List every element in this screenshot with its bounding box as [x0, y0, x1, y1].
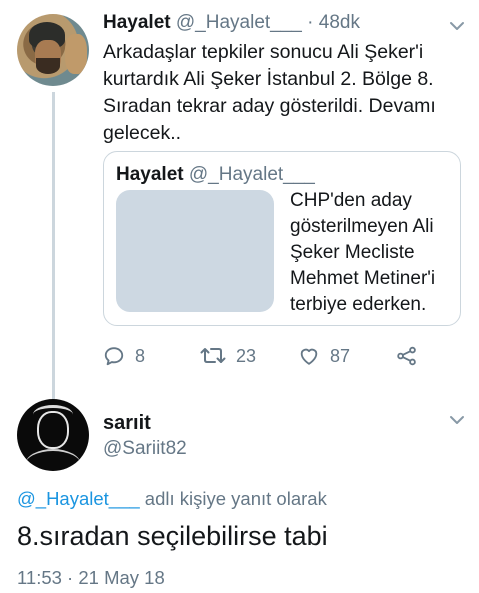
quote-author-name: Hayalet — [116, 164, 184, 185]
tweet-time[interactable]: · 48dk — [307, 12, 360, 33]
reply-button[interactable]: 8 — [103, 343, 145, 369]
like-button[interactable]: 87 — [298, 343, 350, 369]
like-icon — [298, 345, 320, 367]
author-name[interactable]: Hayalet — [103, 12, 171, 33]
avatar[interactable] — [17, 399, 89, 471]
tweet-text: Arkadaşlar tepkiler sonucu Ali Şeker'i k… — [103, 41, 436, 144]
replying-to-label: adlı kişiye yanıt olarak — [139, 488, 327, 509]
timestamp[interactable]: 11:53 · 21 May 18 — [17, 567, 165, 589]
share-icon — [396, 345, 418, 367]
thread-line — [52, 92, 55, 400]
author-name[interactable]: sarıit — [103, 412, 151, 435]
quote-header: Hayalet @_Hayalet___ — [116, 164, 315, 186]
quote-author-handle: @_Hayalet___ — [188, 164, 315, 185]
retweet-icon — [200, 345, 226, 367]
reply-icon — [103, 345, 125, 367]
tweet-header: Hayalet @_Hayalet___ · 48dk — [103, 12, 360, 34]
reply-count: 8 — [135, 345, 146, 366]
quote-text: CHP'den aday gösterilmeyen Ali Şeker Mec… — [290, 190, 436, 315]
chevron-down-icon[interactable] — [449, 412, 465, 428]
reply-mention-link[interactable]: @_Hayalet___ — [17, 488, 140, 509]
like-count: 87 — [330, 345, 351, 366]
author-handle[interactable]: @_Hayalet___ — [176, 12, 302, 33]
retweet-count: 23 — [236, 345, 257, 366]
author-handle[interactable]: @Sariit82 — [103, 438, 187, 460]
reply-text: 8.sıradan seçilebilirse tabi — [17, 521, 328, 551]
avatar[interactable] — [17, 14, 89, 86]
retweet-button[interactable]: 23 — [200, 343, 256, 369]
share-button[interactable] — [396, 343, 418, 369]
replying-to: @_Hayalet___ adlı kişiye yanıt olarak — [17, 488, 327, 510]
quote-media-placeholder[interactable] — [116, 190, 274, 312]
quoted-tweet[interactable]: Hayalet @_Hayalet___ CHP'den aday göster… — [103, 151, 461, 326]
chevron-down-icon[interactable] — [449, 18, 465, 34]
